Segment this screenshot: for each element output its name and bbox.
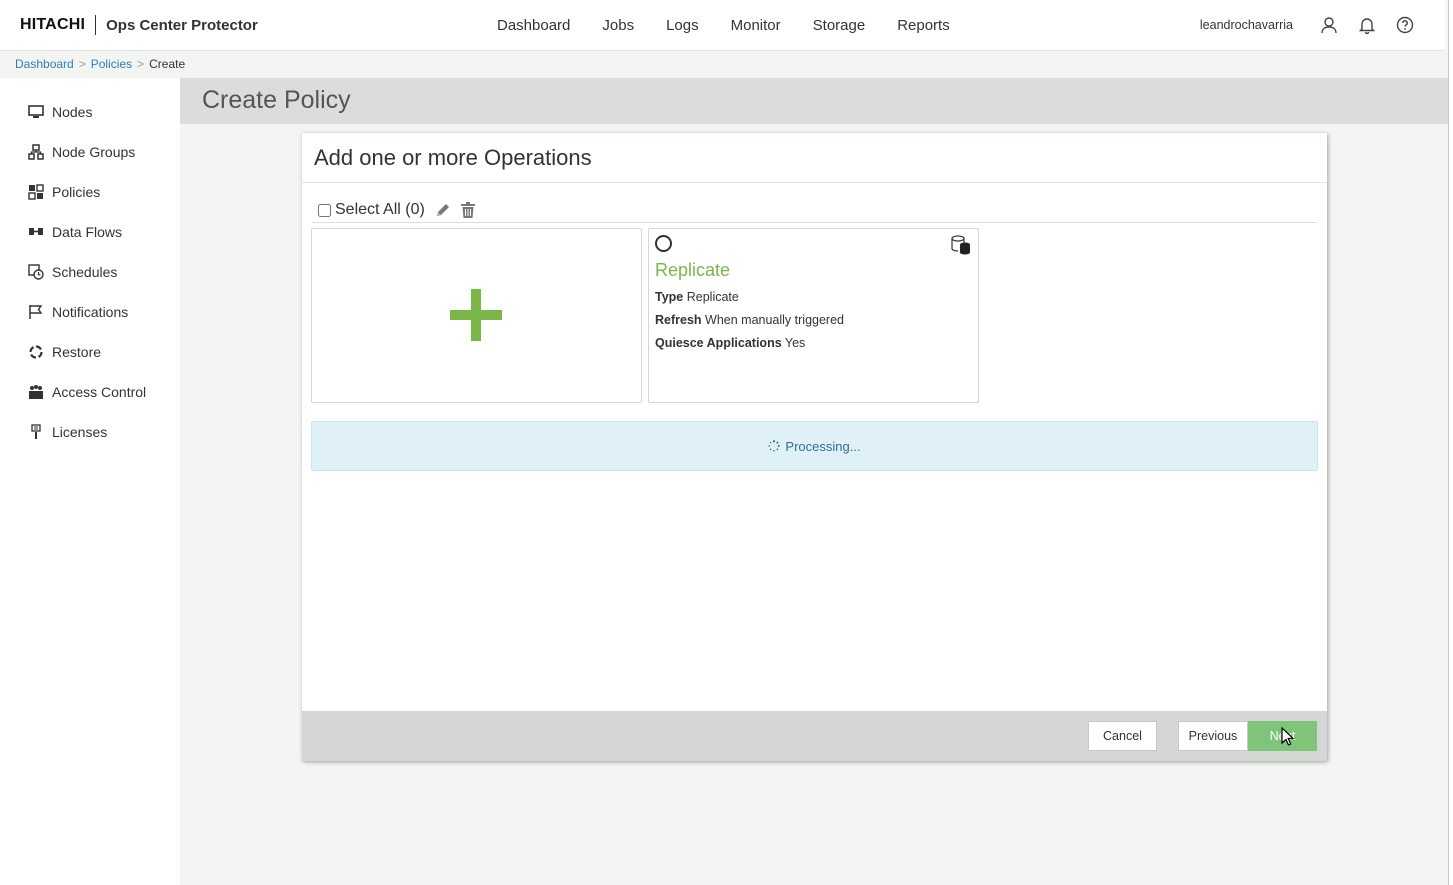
select-all-checkbox[interactable] bbox=[318, 203, 331, 217]
data-flows-icon bbox=[28, 224, 44, 240]
top-header: HITACHI Ops Center Protector Dashboard J… bbox=[0, 0, 1445, 51]
sidebar-item-label: Data Flows bbox=[52, 224, 123, 240]
operations-panel: Add one or more Operations Select All (0… bbox=[302, 133, 1327, 761]
sidebar-item-schedules[interactable]: Schedules bbox=[28, 262, 117, 282]
storage-icon bbox=[950, 235, 972, 260]
breadcrumb: Dashboard > Policies > Create bbox=[15, 57, 185, 71]
sidebar-item-label: Policies bbox=[52, 184, 101, 200]
sidebar-item-licenses[interactable]: Licenses bbox=[28, 422, 107, 442]
operation-detail-row: Quiesce Applications Yes bbox=[655, 336, 805, 350]
user-area: leandrochavarria bbox=[1200, 0, 1415, 50]
page-title: Create Policy bbox=[202, 86, 351, 114]
brand[interactable]: HITACHI Ops Center Protector bbox=[20, 14, 258, 36]
help-icon[interactable] bbox=[1395, 15, 1415, 35]
monitor-icon bbox=[28, 104, 44, 120]
sidebar-item-notifications[interactable]: Notifications bbox=[28, 302, 128, 322]
sidebar-item-label: Licenses bbox=[52, 424, 108, 440]
add-operation-card[interactable] bbox=[311, 228, 642, 403]
operation-detail-row: Refresh When manually triggered bbox=[655, 313, 844, 327]
sidebar-item-label: Nodes bbox=[52, 104, 93, 120]
detail-label: Quiesce Applications bbox=[655, 336, 782, 350]
brand-divider bbox=[95, 15, 97, 35]
user-icon[interactable] bbox=[1319, 15, 1339, 35]
window-edge bbox=[1448, 0, 1453, 885]
flag-icon bbox=[28, 304, 44, 320]
page-title-bar: Create Policy bbox=[180, 78, 1448, 124]
username[interactable]: leandrochavarria bbox=[1200, 18, 1293, 32]
sidebar-item-label: Node Groups bbox=[52, 144, 136, 160]
pencil-icon[interactable] bbox=[435, 202, 451, 218]
operation-select-radio[interactable] bbox=[655, 235, 672, 252]
sidebar-item-access-control[interactable]: Access Control bbox=[28, 382, 146, 402]
detail-value: Yes bbox=[784, 336, 806, 350]
detail-value: When manually triggered bbox=[705, 313, 844, 327]
license-icon bbox=[28, 424, 44, 440]
divider bbox=[312, 222, 1317, 223]
operation-card[interactable]: Replicate Type Replicate Refresh When ma… bbox=[648, 228, 979, 403]
plus-icon bbox=[450, 289, 502, 346]
access-control-icon bbox=[28, 384, 44, 400]
sidebar-item-node-groups[interactable]: Node Groups bbox=[28, 142, 135, 162]
spinner-icon bbox=[768, 440, 781, 452]
nav-monitor[interactable]: Monitor bbox=[715, 0, 797, 50]
detail-value: Replicate bbox=[686, 290, 739, 304]
detail-label: Type bbox=[655, 290, 684, 304]
product-name: Ops Center Protector bbox=[106, 16, 258, 34]
processing-banner: Processing... bbox=[311, 421, 1318, 471]
cancel-button[interactable]: Cancel bbox=[1088, 721, 1157, 751]
sidebar-item-policies[interactable]: Policies bbox=[28, 182, 100, 202]
breadcrumb-separator: > bbox=[137, 57, 145, 71]
sidebar-item-label: Notifications bbox=[52, 304, 129, 320]
nav-dashboard[interactable]: Dashboard bbox=[481, 0, 586, 50]
sidebar-item-label: Restore bbox=[52, 344, 102, 360]
operations-toolbar: Select All (0) bbox=[318, 199, 475, 221]
operation-detail-row: Type Replicate bbox=[655, 290, 739, 304]
panel-footer: Cancel Previous Next bbox=[302, 711, 1327, 761]
sidebar-item-nodes[interactable]: Nodes bbox=[28, 102, 92, 122]
brand-logo: HITACHI bbox=[20, 16, 86, 33]
policies-icon bbox=[28, 184, 44, 200]
sidebar: Nodes Node Groups Policies Data Flows Sc… bbox=[0, 78, 180, 885]
nav-logs[interactable]: Logs bbox=[650, 0, 715, 50]
detail-label: Refresh bbox=[655, 313, 702, 327]
breadcrumb-separator: > bbox=[78, 57, 86, 71]
sidebar-item-data-flows[interactable]: Data Flows bbox=[28, 222, 122, 242]
schedules-icon bbox=[28, 264, 44, 280]
breadcrumb-current: Create bbox=[149, 57, 186, 71]
panel-title: Add one or more Operations bbox=[314, 145, 592, 170]
sidebar-item-label: Schedules bbox=[52, 264, 118, 280]
nav-storage[interactable]: Storage bbox=[797, 0, 882, 50]
nav-jobs[interactable]: Jobs bbox=[586, 0, 650, 50]
select-all-label[interactable]: Select All (0) bbox=[335, 201, 425, 219]
node-groups-icon bbox=[28, 144, 44, 160]
breadcrumb-dashboard[interactable]: Dashboard bbox=[15, 57, 74, 71]
operation-name: Replicate bbox=[655, 260, 731, 280]
restore-icon bbox=[28, 344, 44, 360]
nav-reports[interactable]: Reports bbox=[881, 0, 966, 50]
breadcrumb-policies[interactable]: Policies bbox=[91, 57, 132, 71]
sidebar-item-restore[interactable]: Restore bbox=[28, 342, 101, 362]
sidebar-item-label: Access Control bbox=[52, 384, 147, 400]
top-nav: Dashboard Jobs Logs Monitor Storage Repo… bbox=[481, 0, 966, 50]
previous-button[interactable]: Previous bbox=[1178, 721, 1248, 751]
divider bbox=[302, 182, 1327, 183]
bell-icon[interactable] bbox=[1357, 15, 1377, 35]
mouse-cursor-icon bbox=[1281, 726, 1295, 752]
processing-text: Processing... bbox=[785, 438, 861, 454]
trash-icon[interactable] bbox=[460, 202, 475, 218]
